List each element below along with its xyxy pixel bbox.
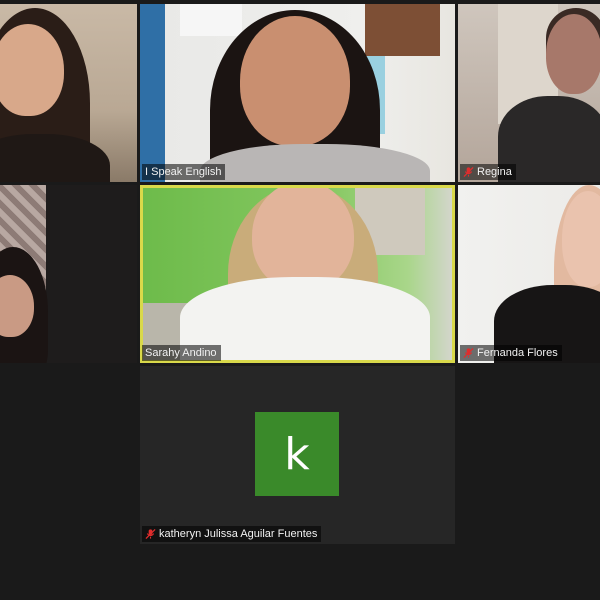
avatar: k — [255, 412, 339, 496]
participant-name-tag: I Speak English — [142, 164, 226, 180]
participant-name: katheryn Julissa Aguilar Fuentes — [159, 528, 318, 540]
mic-muted-icon — [463, 347, 474, 359]
participant-name-tag: Regina — [460, 164, 516, 180]
participant-name: Regina — [477, 166, 512, 178]
participant-name-tag: katheryn Julissa Aguilar Fuentes — [142, 526, 322, 542]
participant-tile-1[interactable] — [0, 4, 137, 182]
mic-muted-icon — [463, 166, 474, 178]
participant-video — [0, 4, 137, 182]
participant-name-tag: Fernanda Flores — [460, 345, 562, 361]
participant-name: Sarahy Andino — [145, 347, 217, 359]
participant-video — [140, 4, 455, 182]
avatar-letter: k — [284, 428, 310, 480]
participant-tile-3[interactable]: Regina — [458, 4, 600, 182]
participant-video — [458, 185, 600, 363]
participant-video — [140, 185, 455, 363]
participant-name: Fernanda Flores — [477, 347, 558, 359]
mic-muted-icon — [145, 528, 156, 540]
participant-video — [458, 4, 600, 182]
participant-tile-4[interactable] — [0, 185, 137, 363]
participant-tile-7[interactable]: k katheryn Julissa Aguilar Fuentes — [140, 366, 455, 544]
participant-tile-2[interactable]: I Speak English — [140, 4, 455, 182]
participant-tile-6[interactable]: Fernanda Flores — [458, 185, 600, 363]
participant-video — [0, 185, 137, 363]
video-gallery: I Speak English Regina Sarahy Andino Fer… — [0, 0, 600, 600]
participant-name-tag: Sarahy Andino — [142, 345, 221, 361]
participant-name: I Speak English — [145, 166, 222, 178]
participant-tile-5[interactable]: Sarahy Andino — [140, 185, 455, 363]
